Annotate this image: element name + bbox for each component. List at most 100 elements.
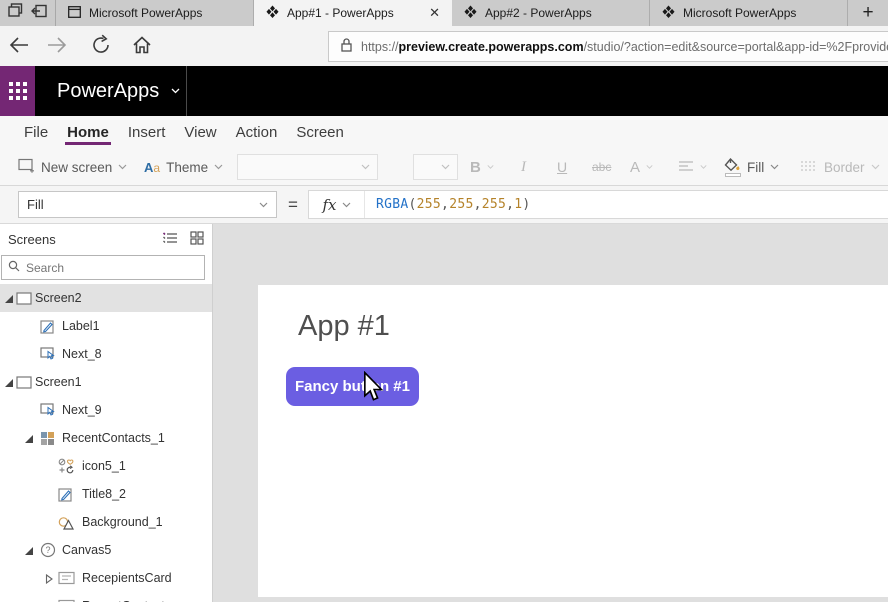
url-path: /studio/?action=edit&source=portal&app-i… [584, 40, 888, 54]
tree-item-title8-2[interactable]: Title8_2 [0, 480, 212, 508]
tab-title: App#2 - PowerApps [485, 6, 641, 20]
bold-icon: B [470, 159, 481, 176]
strikethrough-button[interactable]: abc [592, 149, 611, 185]
theme-label: Theme [166, 160, 208, 175]
chevron-down-icon [259, 202, 268, 208]
tree-item-recentcontacts1[interactable]: RecentContacts_1 [0, 424, 212, 452]
new-screen-button[interactable]: New screen [18, 149, 127, 185]
browser-tab-1[interactable]: Microsoft PowerApps [56, 0, 254, 26]
canvas-icon: ? [40, 542, 56, 558]
browser-tab-bar: Microsoft PowerApps App#1 - PowerApps ✕ … [0, 0, 888, 26]
chevron-down-icon [118, 164, 127, 170]
property-selected-value: Fill [27, 197, 44, 212]
close-tab-icon[interactable]: ✕ [425, 5, 444, 21]
menu-file[interactable]: File [22, 116, 50, 149]
back-icon[interactable] [8, 34, 32, 58]
screens-panel-title: Screens [8, 232, 56, 247]
tree-item-background1[interactable]: Background_1 [0, 508, 212, 536]
tree-item-icon5-1[interactable]: icon5_1 [0, 452, 212, 480]
app-screen-canvas[interactable]: App #1 Fancy button #1 [258, 285, 888, 597]
align-button[interactable] [678, 149, 707, 185]
screens-search[interactable] [1, 255, 205, 280]
browser-tab-3[interactable]: App#2 - PowerApps [452, 0, 650, 26]
font-family-select[interactable] [237, 154, 378, 180]
bold-button[interactable]: B [470, 149, 494, 185]
expander-expanded-icon[interactable] [24, 433, 34, 443]
svg-text:?: ? [45, 545, 50, 555]
main-area: App #1 Fancy button #1 Screens Screen2 [0, 224, 888, 602]
menu-home[interactable]: Home [65, 116, 111, 149]
screens-tree: Screen2 Label1 Next_8 Screen1 [0, 284, 212, 602]
tree-item-next8[interactable]: Next_8 [0, 340, 212, 368]
url-protocol: https:// [361, 40, 399, 54]
chevron-down-icon [214, 164, 223, 170]
property-select[interactable]: Fill [18, 191, 277, 218]
ribbon-menu-bar: File Home Insert View Action Screen [0, 116, 888, 149]
menu-insert[interactable]: Insert [126, 116, 168, 149]
fill-button[interactable]: Fill [724, 149, 779, 185]
canvas-label-app-title[interactable]: App #1 [298, 310, 390, 343]
forward-icon[interactable] [46, 34, 70, 58]
label-icon [58, 487, 73, 502]
button-icon [40, 346, 56, 362]
formula-input-area[interactable]: fx RGBA(255,255,255,1) [308, 190, 888, 219]
underline-button[interactable]: U [557, 149, 567, 185]
list-view-icon[interactable] [162, 231, 178, 248]
tab-title: Microsoft PowerApps [89, 6, 245, 20]
menu-action[interactable]: Action [234, 116, 280, 149]
browser-tab-4[interactable]: Microsoft PowerApps [650, 0, 848, 26]
equals-sign: = [288, 186, 298, 224]
tree-item-recepientscard[interactable]: RecepientsCard [0, 564, 212, 592]
image-icon [58, 515, 75, 530]
mouse-cursor-icon [361, 371, 385, 407]
expander-expanded-icon[interactable] [24, 545, 34, 555]
tree-item-screen2[interactable]: Screen2 [0, 284, 212, 312]
menu-view[interactable]: View [182, 116, 218, 149]
grid-view-icon[interactable] [190, 231, 204, 248]
new-screen-label: New screen [41, 160, 112, 175]
header-divider [186, 66, 187, 116]
card-icon [58, 571, 75, 585]
tree-item-recentcontact[interactable]: RecentContact [0, 592, 212, 602]
underline-icon: U [557, 159, 567, 175]
refresh-icon[interactable] [90, 34, 114, 58]
menu-screen[interactable]: Screen [294, 116, 346, 149]
lock-icon [341, 38, 352, 55]
tab-preview-icon[interactable] [8, 3, 23, 23]
browser-tab-2-active[interactable]: App#1 - PowerApps ✕ [254, 0, 452, 26]
canvas-fancy-button[interactable]: Fancy button #1 [286, 367, 419, 406]
browser-address-bar: https://preview.create.powerapps.com/stu… [0, 26, 888, 66]
fx-select[interactable]: fx [309, 191, 365, 218]
tree-item-label1[interactable]: Label1 [0, 312, 212, 340]
theme-icon: Aa [144, 160, 160, 175]
expander-collapsed-icon[interactable] [44, 573, 54, 583]
fx-icon: fx [322, 196, 336, 214]
brand-menu[interactable]: PowerApps [57, 66, 180, 116]
theme-button[interactable]: Aa Theme [144, 149, 223, 185]
italic-button[interactable]: I [521, 149, 526, 185]
strikethrough-icon: abc [592, 160, 611, 174]
waffle-icon [9, 82, 27, 100]
font-size-select[interactable] [413, 154, 458, 180]
formula-text[interactable]: RGBA(255,255,255,1) [365, 197, 531, 212]
powerapps-header: PowerApps [0, 66, 888, 116]
tree-item-screen1[interactable]: Screen1 [0, 368, 212, 396]
screen-icon [16, 292, 32, 305]
home-icon[interactable] [131, 34, 155, 58]
font-color-button[interactable]: A [630, 149, 653, 185]
expander-expanded-icon[interactable] [4, 377, 14, 387]
align-icon [678, 160, 694, 175]
search-input[interactable] [26, 261, 198, 275]
chevron-down-icon [171, 88, 180, 94]
tree-item-next9[interactable]: Next_9 [0, 396, 212, 424]
button-icon [40, 402, 56, 418]
border-button[interactable]: Border [800, 149, 880, 185]
chevron-down-icon [441, 164, 450, 170]
expander-expanded-icon[interactable] [4, 293, 14, 303]
app-launcher-button[interactable] [0, 66, 35, 116]
tree-item-canvas5[interactable]: ? Canvas5 [0, 536, 212, 564]
url-field[interactable]: https://preview.create.powerapps.com/stu… [328, 31, 888, 62]
set-tabs-aside-icon[interactable] [31, 4, 47, 23]
new-tab-button[interactable]: + [848, 0, 888, 26]
border-icon [800, 160, 818, 175]
